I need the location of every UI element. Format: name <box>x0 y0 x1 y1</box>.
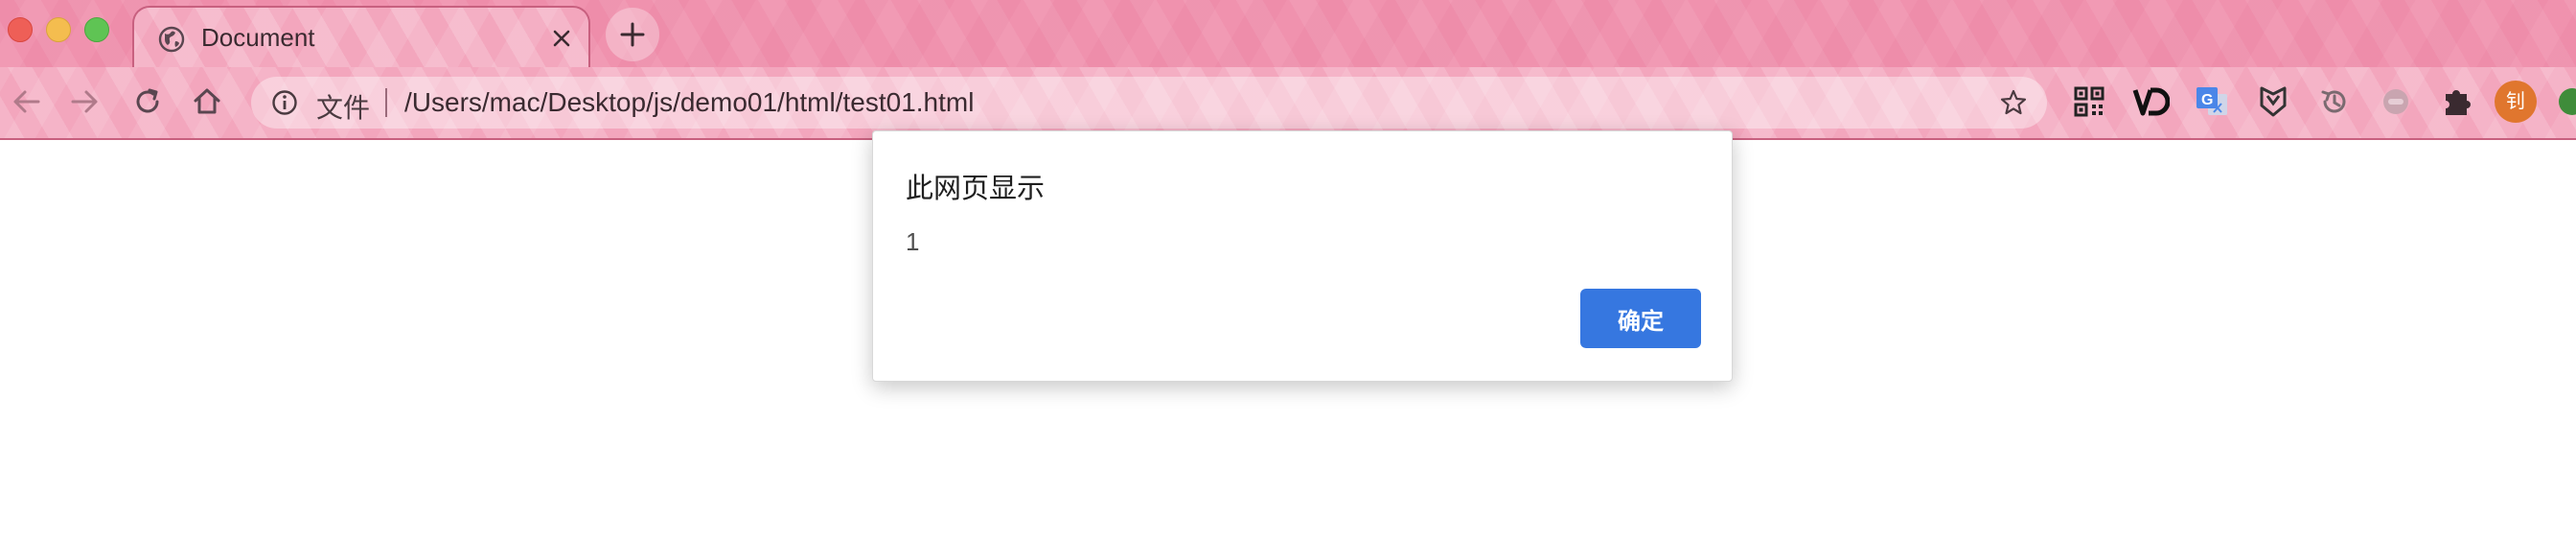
puzzle-icon[interactable] <box>2438 82 2476 121</box>
new-tab-button[interactable] <box>606 8 659 61</box>
browser-toolbar: 文件 /Users/mac/Desktop/js/demo01/html/tes… <box>0 67 2576 140</box>
reload-icon[interactable] <box>128 82 167 121</box>
disabled-extension-icon[interactable] <box>2377 82 2415 121</box>
vd-extension-icon[interactable] <box>2131 82 2170 121</box>
star-icon[interactable] <box>1999 88 2028 117</box>
avatar[interactable]: 钊 <box>2495 81 2537 123</box>
translate-icon[interactable]: G <box>2193 82 2231 121</box>
dialog-message: 1 <box>906 227 920 256</box>
tab-strip: Document <box>0 0 2576 71</box>
window-close-button[interactable] <box>8 17 33 42</box>
info-icon[interactable] <box>270 88 299 117</box>
ok-button[interactable]: 确定 <box>1580 289 1701 348</box>
security-label[interactable]: 文件 <box>316 87 370 126</box>
qr-code-icon[interactable] <box>2070 82 2108 121</box>
history-icon[interactable] <box>2315 82 2354 121</box>
arrow-right-icon[interactable] <box>65 82 104 121</box>
dialog-title: 此网页显示 <box>906 174 1046 204</box>
plus-icon <box>620 22 645 47</box>
svg-text:G: G <box>2201 92 2213 108</box>
window-zoom-button[interactable] <box>84 17 109 42</box>
address-bar[interactable]: 文件 /Users/mac/Desktop/js/demo01/html/tes… <box>251 77 2047 129</box>
close-icon[interactable] <box>546 23 577 54</box>
window-minimize-button[interactable] <box>46 17 71 42</box>
home-icon[interactable] <box>188 82 226 121</box>
status-dot <box>2559 88 2576 115</box>
globe-icon <box>158 26 185 53</box>
arrow-left-icon[interactable] <box>8 82 46 121</box>
tab-title: Document <box>201 23 315 52</box>
omnibox-divider <box>385 88 387 117</box>
shield-extension-icon[interactable] <box>2254 82 2292 121</box>
alert-dialog: 此网页显示 1 确定 <box>872 130 1733 382</box>
tab-document[interactable]: Document <box>132 6 590 71</box>
url-text[interactable]: /Users/mac/Desktop/js/demo01/html/test01… <box>404 87 974 118</box>
